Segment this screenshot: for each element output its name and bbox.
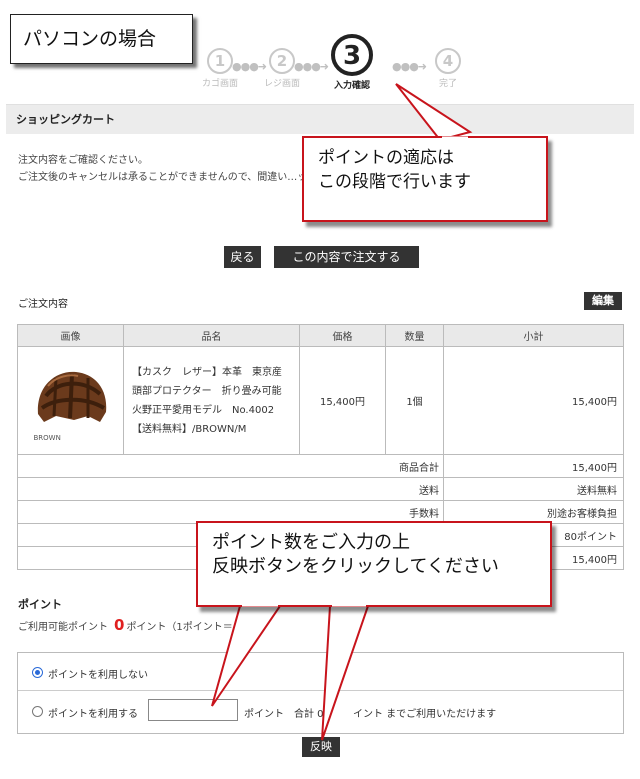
points-section-title: ポイント <box>18 598 62 611</box>
step-register: 2 レジ画面 <box>252 26 312 89</box>
available-points: ご利用可能ポイント 0 ポイント（1ポイント＝ <box>18 616 233 634</box>
checkout-steps: 1 カゴ画面 ●●●➜ 2 レジ画面 ●●●➜ 3 入力確認 ●●●➜ 4 完了 <box>180 26 480 96</box>
place-order-button[interactable]: この内容で注文する <box>274 246 419 268</box>
option-row-no-points: ポイントを利用しない <box>18 653 623 691</box>
input-callout: ポイント数をご入力の上 反映ボタンをクリックしてください <box>196 521 552 607</box>
helmet-icon <box>37 371 106 422</box>
product-name: 【カスク レザー】本革 東京産 頭部プロテクター 折り畳み可能 火野正平愛用モデ… <box>123 346 300 455</box>
page-title-box: パソコンの場合 <box>10 14 193 64</box>
summary-label: 送料 <box>17 477 444 501</box>
no-points-label[interactable]: ポイントを利用しない <box>48 666 148 681</box>
step-label: 入力確認 <box>333 81 370 91</box>
step-number: 2 <box>269 48 295 74</box>
apply-points-button[interactable]: 反映 <box>302 737 340 757</box>
column-header: 価格 <box>299 324 386 347</box>
product-price: 15,400円 <box>299 346 386 455</box>
step-callout: ポイントの適応は この段階で行います <box>302 136 548 222</box>
table-row: BROWN 【カスク レザー】本革 東京産 頭部プロテクター 折り畳み可能 火野… <box>17 346 624 455</box>
summary-row: 商品合計 15,400円 <box>17 454 624 478</box>
summary-row: 送料 送料無料 <box>17 477 624 501</box>
no-points-radio[interactable] <box>32 667 43 678</box>
step-number: 1 <box>207 48 233 74</box>
column-header: 小計 <box>443 324 624 347</box>
column-header: 品名 <box>123 324 300 347</box>
summary-value: 15,400円 <box>443 454 624 478</box>
product-image-cell: BROWN <box>17 346 124 455</box>
product-quantity: 1個 <box>385 346 444 455</box>
step-number: 3 <box>331 34 373 76</box>
points-limit-text: イント までご利用いただけます <box>353 709 497 720</box>
table-header-row: 画像 品名 価格 数量 小計 <box>17 324 624 347</box>
points-option-box: ポイントを利用しない ポイントを利用する ポイント 合計 0 イント までご利用… <box>17 652 624 734</box>
step-label: レジ画面 <box>263 79 300 89</box>
shopping-cart-header: ショッピングカート <box>6 104 634 134</box>
step-confirm: 3 入力確認 <box>322 26 382 91</box>
column-header: 数量 <box>385 324 444 347</box>
back-button[interactable]: 戻る <box>224 246 261 268</box>
step-label: カゴ画面 <box>201 79 238 89</box>
image-color-label: BROWN <box>33 433 61 442</box>
use-points-radio[interactable] <box>32 706 43 717</box>
product-subtotal: 15,400円 <box>443 346 624 455</box>
points-input-suffix: ポイント 合計 0 <box>244 709 324 720</box>
available-points-label: ご利用可能ポイント <box>18 622 108 633</box>
edit-button[interactable]: 編集 <box>584 292 622 310</box>
summary-value: 送料無料 <box>443 477 624 501</box>
column-header: 画像 <box>17 324 124 347</box>
use-points-label[interactable]: ポイントを利用する <box>48 705 138 720</box>
order-contents-label: ご注文内容 <box>18 299 68 310</box>
available-points-value: 0 <box>114 616 125 634</box>
step-complete: 4 完了 <box>418 26 478 89</box>
step-cart: 1 カゴ画面 <box>190 26 250 89</box>
step-label: 完了 <box>438 79 457 89</box>
available-points-suffix: ポイント（1ポイント＝ <box>126 622 233 633</box>
points-input[interactable] <box>148 699 238 721</box>
step-number: 4 <box>435 48 461 74</box>
helmet-image[interactable]: BROWN <box>26 356 116 446</box>
summary-label: 商品合計 <box>17 454 444 478</box>
